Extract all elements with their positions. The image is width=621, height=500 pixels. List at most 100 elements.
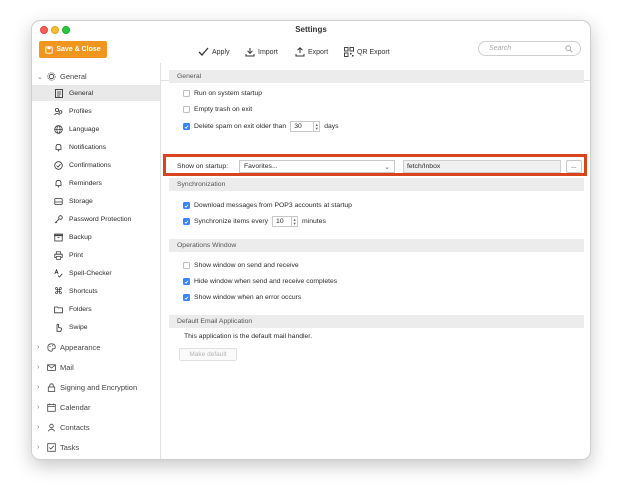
sidebar-item-reminders[interactable]: Reminders [54,175,160,191]
sidebar-item-password-protection[interactable]: Password Protection [54,211,160,227]
key-icon [54,214,63,224]
globe-icon [54,124,63,134]
sidebar-item-label: Profiles [69,107,92,115]
save-icon [45,45,53,54]
empty-trash-label: Empty trash on exit [194,106,253,113]
sidebar-item-general[interactable]: General [32,85,160,101]
sidebar-group-label: General [60,72,87,81]
section-header-operations-window: Operations Window [169,239,584,252]
sidebar-item-spell-checker[interactable]: Spell-Checker [54,265,160,281]
apply-button[interactable]: Apply [198,46,230,58]
sidebar-item-storage[interactable]: Storage [54,193,160,209]
sidebar-group-label: Contacts [60,423,90,432]
printer-icon [54,250,63,260]
hand-icon [54,323,63,332]
download-pop3-option[interactable]: Download messages from POP3 accounts at … [183,202,352,209]
sidebar-item-profiles[interactable]: Profiles [54,103,160,119]
operations-option[interactable]: Hide window when send and receive comple… [183,278,337,285]
sidebar-group-appearance[interactable]: › Appearance [37,343,100,352]
sidebar-item-print[interactable]: Print [54,247,160,263]
export-button[interactable]: Export [295,46,328,58]
qr-export-button[interactable]: QR Export [344,46,390,58]
operations-option[interactable]: Show window when an error occurs [183,294,301,301]
sidebar-item-label: Shortcuts [69,287,98,295]
sidebar-item-label: Password Protection [69,215,132,223]
download-pop3-checkbox[interactable] [183,202,190,209]
sidebar-group-label: Mail [60,363,74,372]
empty-trash-checkbox[interactable] [183,106,190,113]
sidebar-item-label: Confirmations [69,161,111,169]
delete-spam-option[interactable]: Delete spam on exit older than 30 ▲ ▼ day… [183,121,339,132]
search-icon [565,45,573,53]
sidebar-item-confirmations[interactable]: Confirmations [54,157,160,173]
sync-every-option[interactable]: Synchronize items every 10 ▲ ▼ minutes [183,216,326,227]
sidebar-group-contacts[interactable]: › Contacts [37,423,90,432]
delete-spam-checkbox[interactable] [183,123,190,130]
sidebar-item-notifications[interactable]: Notifications [54,139,160,155]
sidebar-item-label: Swipe [69,323,88,331]
sidebar-group-signing-encryption[interactable]: › Signing and Encryption [37,383,137,392]
operations-option[interactable]: Show window on send and receive [183,262,299,269]
sidebar-item-backup[interactable]: Backup [54,229,160,245]
sidebar-group-general[interactable]: ⌄ General [37,72,87,81]
delete-spam-label: Delete spam on exit older than [194,123,287,130]
delete-spam-days-stepper[interactable]: ▲ ▼ [314,121,321,132]
empty-trash-option[interactable]: Empty trash on exit [183,106,252,113]
qr-export-label: QR Export [357,48,390,56]
contacts-icon [47,423,56,432]
titlebar: Settings [32,21,590,39]
sync-interval-stepper[interactable]: ▲ ▼ [292,216,299,227]
sync-interval-input[interactable]: 10 [272,216,293,227]
show-on-send-receive-checkbox[interactable] [183,262,190,269]
sidebar-item-label: Reminders [69,179,102,187]
startup-folder-path-field[interactable]: fetch/Inbox [403,160,561,173]
operations-option-label: Show window on send and receive [194,262,299,269]
sidebar-item-label: General [69,89,94,97]
sync-every-checkbox[interactable] [183,218,190,225]
show-on-error-checkbox[interactable] [183,294,190,301]
save-close-button[interactable]: Save & Close [39,41,107,58]
operations-option-label: Show window when an error occurs [194,294,302,301]
sidebar-group-calendar[interactable]: › Calendar [37,403,90,412]
section-header-synchronization: Synchronization [169,178,584,191]
export-label: Export [308,48,329,56]
chevron-right-icon: › [37,344,40,351]
sidebar-item-label: Print [69,251,83,259]
browse-folder-button[interactable]: ... [566,160,582,173]
apply-label: Apply [212,48,230,56]
sidebar-item-folders[interactable]: Folders [54,301,160,317]
save-close-label: Save & Close [56,46,101,53]
sidebar-group-tasks[interactable]: › Tasks [37,443,79,452]
settings-window: Settings Save & Close Apply Import Expor… [31,20,591,460]
sidebar: ⌄ General General Profiles Language Noti… [32,63,161,459]
sidebar-group-label: Tasks [60,443,80,452]
sidebar-item-shortcuts[interactable]: ⌘ Shortcuts [54,283,160,299]
spellcheck-icon [54,268,63,278]
window-title: Settings [295,25,327,34]
sidebar-item-language[interactable]: Language [54,121,160,137]
calendar-icon [47,403,56,412]
sidebar-item-label: Folders [69,305,92,313]
run-on-startup-option[interactable]: Run on system startup [183,90,262,97]
chevron-down-icon: ⌄ [37,73,43,81]
sidebar-group-mail[interactable]: › Mail [37,363,74,372]
sidebar-item-swipe[interactable]: Swipe [54,319,160,335]
sidebar-item-label: Storage [69,197,93,205]
sidebar-group-label: Appearance [60,343,101,352]
make-default-button[interactable]: Make default [179,348,237,361]
show-on-startup-highlight: Show on startup: Favorites... ⌄ fetch/In… [163,154,587,176]
hide-when-complete-checkbox[interactable] [183,278,190,285]
tasks-icon [47,443,56,452]
delete-spam-days-input[interactable]: 30 [290,121,315,132]
search-input[interactable]: Search [478,41,581,56]
import-button[interactable]: Import [245,46,278,58]
qr-code-icon [344,47,354,57]
show-on-startup-label: Show on startup: [177,163,229,170]
check-circle-icon [54,160,63,170]
run-on-startup-checkbox[interactable] [183,90,190,97]
chevron-right-icon: › [37,424,40,431]
download-pop3-label: Download messages from POP3 accounts at … [194,202,352,209]
default-handler-message: This application is the default mail han… [184,333,313,340]
show-on-startup-select[interactable]: Favorites... ⌄ [239,160,395,173]
section-header-general: General [169,70,584,83]
